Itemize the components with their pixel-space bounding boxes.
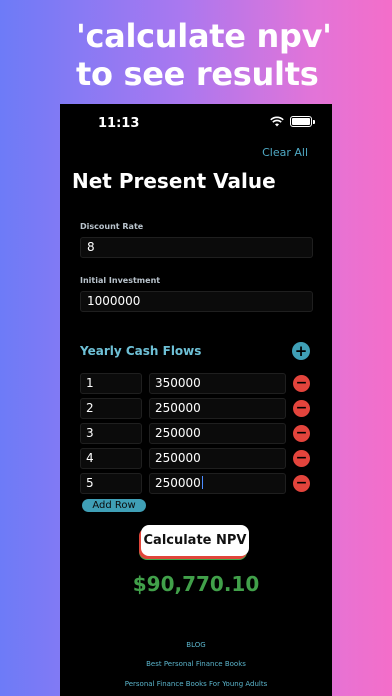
cash-flow-row: 1 350000 − bbox=[80, 373, 320, 394]
clear-all-button[interactable]: Clear All bbox=[262, 146, 308, 159]
remove-row-icon[interactable]: − bbox=[293, 425, 310, 442]
page-title: Net Present Value bbox=[72, 169, 276, 193]
add-row-button[interactable]: Add Row bbox=[82, 499, 146, 512]
amount-input[interactable]: 250000 bbox=[149, 423, 286, 444]
cash-flow-row: 2 250000 − bbox=[80, 398, 320, 419]
year-input[interactable]: 1 bbox=[80, 373, 142, 394]
calculate-npv-button[interactable]: Calculate NPV bbox=[141, 525, 249, 556]
cash-flow-row: 4 250000 − bbox=[80, 448, 320, 469]
discount-rate-input[interactable]: 8 bbox=[80, 237, 313, 258]
year-input[interactable]: 3 bbox=[80, 423, 142, 444]
finance-books-link[interactable]: Best Personal Finance Books bbox=[60, 660, 332, 668]
cash-flows-title: Yearly Cash Flows bbox=[80, 344, 202, 358]
discount-rate-label: Discount Rate bbox=[80, 222, 144, 231]
remove-row-icon[interactable]: − bbox=[293, 450, 310, 467]
cash-flow-row: 5 250000 − bbox=[80, 473, 320, 494]
battery-icon bbox=[290, 116, 315, 127]
amount-input[interactable]: 250000 bbox=[149, 448, 286, 469]
cash-flow-row: 3 250000 − bbox=[80, 423, 320, 444]
text-cursor bbox=[201, 476, 203, 489]
status-time: 11:13 bbox=[98, 116, 140, 131]
app-screen: 11:13 Clear All Net Present Value Discou… bbox=[60, 104, 332, 696]
year-input[interactable]: 5 bbox=[80, 473, 142, 494]
amount-input[interactable]: 250000 bbox=[149, 398, 286, 419]
wifi-icon bbox=[270, 116, 284, 127]
initial-investment-input[interactable]: 1000000 bbox=[80, 291, 313, 312]
year-input[interactable]: 2 bbox=[80, 398, 142, 419]
npv-result: $90,770.10 bbox=[132, 572, 260, 596]
headline-line-2: to see results bbox=[76, 55, 319, 93]
status-icons bbox=[270, 116, 315, 127]
remove-row-icon[interactable]: − bbox=[293, 375, 310, 392]
remove-row-icon[interactable]: − bbox=[293, 475, 310, 492]
add-cash-flow-icon[interactable]: + bbox=[292, 342, 310, 360]
headline-line-1: 'calculate npv' bbox=[76, 17, 332, 55]
young-adults-books-link[interactable]: Personal Finance Books For Young Adults bbox=[60, 680, 332, 688]
amount-input[interactable]: 250000 bbox=[149, 473, 286, 494]
year-input[interactable]: 4 bbox=[80, 448, 142, 469]
initial-investment-label: Initial Investment bbox=[80, 276, 161, 285]
amount-input[interactable]: 350000 bbox=[149, 373, 286, 394]
blog-link[interactable]: BLOG bbox=[60, 641, 332, 649]
amount-value: 250000 bbox=[155, 476, 201, 490]
remove-row-icon[interactable]: − bbox=[293, 400, 310, 417]
